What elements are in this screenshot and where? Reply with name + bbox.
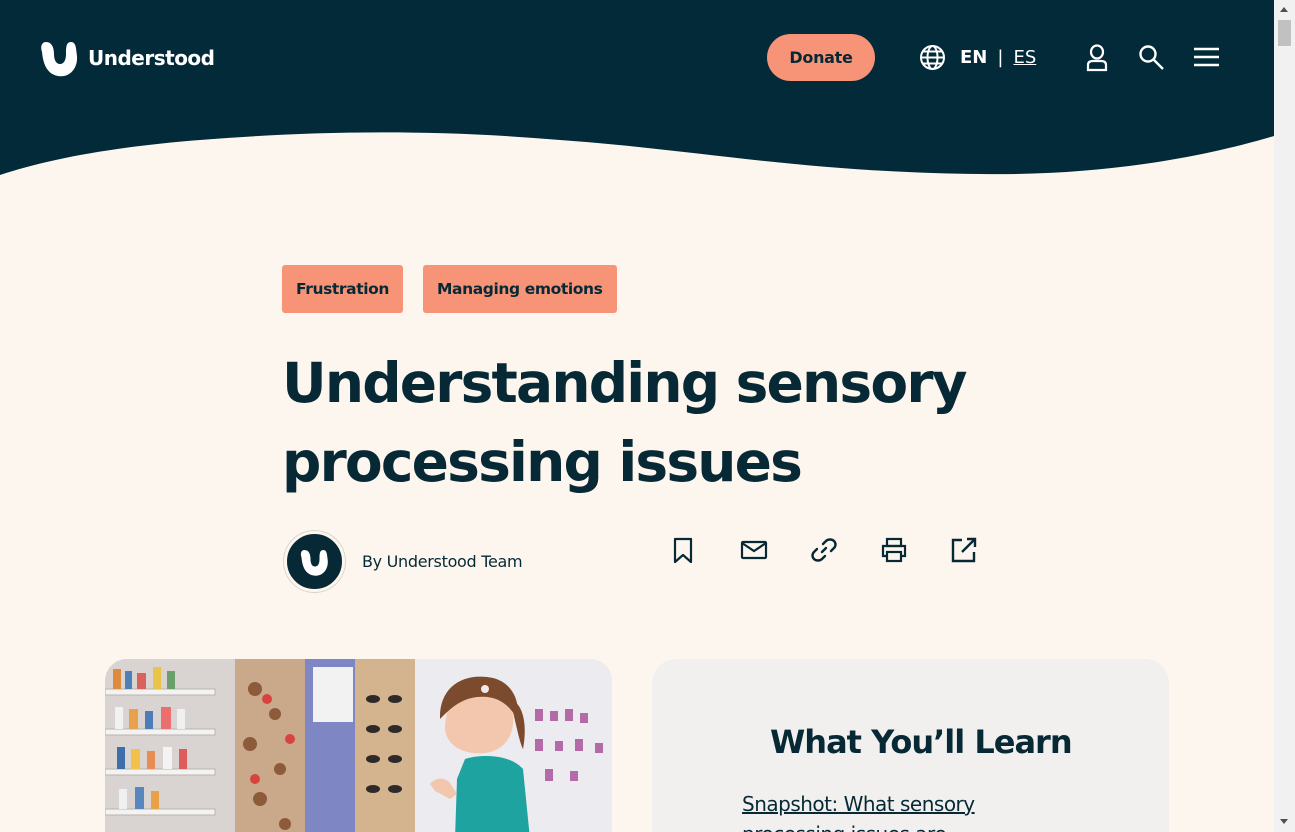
email-icon bbox=[740, 540, 768, 560]
scroll-thumb[interactable] bbox=[1278, 20, 1291, 46]
logo-u-icon bbox=[41, 42, 78, 77]
article-title-line2: processing issues bbox=[282, 430, 803, 494]
site-header: Understood Donate EN | ES bbox=[0, 0, 1274, 180]
globe-icon[interactable] bbox=[919, 44, 946, 71]
what-youll-learn-card: What You’ll Learn Snapshot: What sensory… bbox=[652, 659, 1169, 832]
scroll-up-arrow-icon[interactable] bbox=[1280, 7, 1288, 12]
what-youll-learn-title: What You’ll Learn bbox=[770, 723, 1073, 761]
author-byline[interactable]: By Understood Team bbox=[362, 552, 523, 571]
account-icon[interactable] bbox=[1085, 44, 1109, 72]
lang-en-link[interactable]: EN bbox=[960, 47, 987, 68]
author-u-logo-icon bbox=[300, 549, 328, 576]
bookmark-icon bbox=[673, 537, 693, 563]
lang-es-link[interactable]: ES bbox=[1013, 47, 1036, 68]
scroll-down-arrow-icon[interactable] bbox=[1280, 819, 1288, 824]
copy-link-button[interactable] bbox=[810, 536, 838, 564]
email-share-button[interactable] bbox=[740, 536, 768, 564]
external-share-button[interactable] bbox=[950, 536, 978, 564]
page: Understood Donate EN | ES Frustration Ma… bbox=[0, 0, 1274, 832]
vertical-scrollbar[interactable] bbox=[1274, 0, 1295, 832]
search-icon[interactable] bbox=[1138, 44, 1166, 72]
logo-text: Understood bbox=[88, 46, 215, 70]
lang-separator: | bbox=[997, 47, 1004, 68]
author-avatar bbox=[284, 531, 345, 592]
learn-link-line2: processing issues are bbox=[742, 822, 947, 832]
tag-managing-emotions[interactable]: Managing emotions bbox=[423, 265, 617, 313]
tag-frustration[interactable]: Frustration bbox=[282, 265, 404, 313]
print-icon bbox=[881, 537, 907, 563]
bookmark-button[interactable] bbox=[669, 536, 697, 564]
header-wave-background bbox=[0, 0, 1274, 175]
donate-button[interactable]: Donate bbox=[767, 34, 875, 81]
link-icon bbox=[811, 538, 837, 562]
article-title-line1: Understanding sensory bbox=[282, 351, 968, 415]
article-title: Understanding sensory processing issues bbox=[282, 344, 982, 502]
hero-photo-illustration bbox=[105, 659, 612, 832]
logo[interactable]: Understood bbox=[40, 38, 215, 78]
share-external-icon bbox=[951, 537, 977, 563]
menu-icon[interactable] bbox=[1193, 46, 1220, 68]
print-button[interactable] bbox=[880, 536, 908, 564]
topic-tags: Frustration Managing emotions bbox=[282, 265, 617, 313]
language-switcher: EN | ES bbox=[960, 47, 1036, 68]
hero-image-girl-in-store bbox=[105, 659, 612, 832]
learn-link-snapshot[interactable]: Snapshot: What sensory processing issues… bbox=[742, 789, 1042, 832]
learn-link-line1: Snapshot: What sensory bbox=[742, 792, 975, 816]
